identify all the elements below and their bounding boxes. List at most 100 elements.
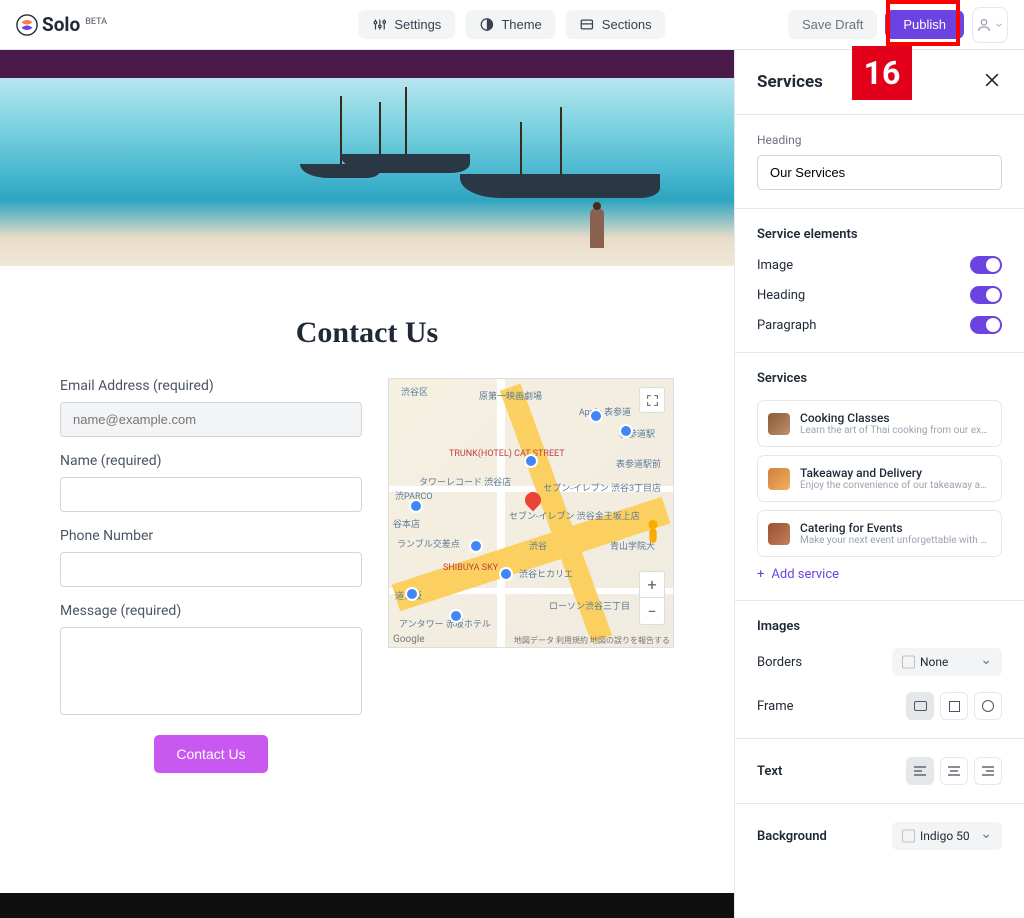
map-fullscreen-button[interactable] <box>639 387 665 413</box>
toggle-label-image: Image <box>757 258 793 273</box>
map-google-attrib: Google <box>393 634 425 645</box>
step-badge: 16 <box>852 46 912 100</box>
service-item[interactable]: Cooking Classes Learn the art of Thai co… <box>757 400 1002 447</box>
toggle-label-paragraph: Paragraph <box>757 318 816 333</box>
frame-rect-option[interactable] <box>906 692 934 720</box>
preview-pane[interactable]: Contact Us Email Address (required) Name… <box>0 50 734 918</box>
map-poi: ランブル交差点 <box>397 537 460 550</box>
solo-logo-icon <box>16 14 38 36</box>
brand-logo[interactable]: Solo BETA <box>16 13 107 36</box>
map-poi: 渋谷 <box>529 539 547 552</box>
contact-form: Email Address (required) Name (required)… <box>60 378 362 773</box>
close-button[interactable] <box>982 70 1002 94</box>
name-label: Name (required) <box>60 453 362 469</box>
footer: e-bird © 2024 e-bird Made with Solo <box>0 893 734 918</box>
contact-section: Contact Us Email Address (required) Name… <box>0 266 734 823</box>
heading-label: Heading <box>757 133 1002 147</box>
contact-title: Contact Us <box>60 316 674 350</box>
contact-submit-button[interactable]: Contact Us <box>154 735 267 773</box>
message-label: Message (required) <box>60 603 362 619</box>
sections-icon <box>580 17 595 32</box>
service-thumb <box>768 413 790 435</box>
hero-top-bar <box>0 50 734 78</box>
align-left-icon <box>912 764 928 778</box>
map-pin-icon <box>525 492 541 516</box>
service-desc: Enjoy the convenience of our takeaway an… <box>800 480 991 491</box>
brand-name: Solo <box>42 13 80 36</box>
frame-square-option[interactable] <box>940 692 968 720</box>
close-icon <box>982 70 1002 90</box>
frame-circle-option[interactable] <box>974 692 1002 720</box>
align-center-option[interactable] <box>940 757 968 785</box>
align-left-option[interactable] <box>906 757 934 785</box>
email-label: Email Address (required) <box>60 378 362 394</box>
theme-icon <box>479 17 494 32</box>
sidebar-title: Services <box>757 72 823 92</box>
align-center-icon <box>946 764 962 778</box>
background-label: Background <box>757 829 827 844</box>
map-zoom-in[interactable]: + <box>640 572 664 598</box>
service-desc: Make your next event unforgettable with … <box>800 535 991 546</box>
chevron-down-icon <box>994 17 1004 33</box>
save-draft-button[interactable]: Save Draft <box>788 10 877 39</box>
topbar-center: Settings Theme Sections <box>358 10 665 39</box>
heading-input[interactable] <box>757 155 1002 190</box>
sections-button[interactable]: Sections <box>566 10 666 39</box>
service-thumb <box>768 468 790 490</box>
map-poi: 谷本店 <box>393 517 420 530</box>
user-menu[interactable] <box>972 7 1008 43</box>
streetview-pegman[interactable] <box>642 519 664 547</box>
map-poi: タワーレコード 渋谷店 <box>419 475 511 488</box>
map-poi: ローソン渋谷三丁目 <box>549 599 630 612</box>
name-input[interactable] <box>60 477 362 512</box>
settings-button[interactable]: Settings <box>358 10 455 39</box>
add-service-button[interactable]: + Add service <box>757 567 1002 582</box>
map-poi: SHIBUYA SKY <box>443 563 498 573</box>
service-elements-title: Service elements <box>757 227 1002 242</box>
topbar: Solo BETA Settings Theme Sections Save D… <box>0 0 1024 50</box>
map-attribution: 地図データ 利用規約 地図の誤りを報告する <box>514 635 670 646</box>
service-item[interactable]: Takeaway and Delivery Enjoy the convenie… <box>757 455 1002 502</box>
text-label: Text <box>757 764 782 779</box>
map-poi: セブン-イレブン 渋谷3丁目店 <box>543 481 661 494</box>
frame-label: Frame <box>757 699 794 714</box>
toggle-label-heading: Heading <box>757 288 805 303</box>
map-poi: 表参道駅前 <box>616 457 661 470</box>
background-select[interactable]: Indigo 50 <box>892 822 1002 850</box>
toggle-paragraph[interactable] <box>970 316 1002 334</box>
map-poi: アンタワー 赤坂ホテル <box>399 617 491 630</box>
service-title: Catering for Events <box>800 521 991 535</box>
map-poi: 渋谷ヒカリエ <box>519 567 573 580</box>
map[interactable]: 渋谷区 Apple 表参道 原第一映画劇場 渋PARCO TRUNK(HOTEL… <box>388 378 674 648</box>
borders-select[interactable]: None <box>892 648 1002 676</box>
user-icon <box>976 17 992 33</box>
publish-button[interactable]: Publish <box>885 10 964 39</box>
service-thumb <box>768 523 790 545</box>
services-label: Services <box>757 371 1002 386</box>
service-title: Cooking Classes <box>800 411 991 425</box>
service-title: Takeaway and Delivery <box>800 466 991 480</box>
message-textarea[interactable] <box>60 627 362 715</box>
map-poi: TRUNK(HOTEL) CAT STREET <box>449 449 565 459</box>
borders-label: Borders <box>757 655 802 670</box>
settings-icon <box>372 17 387 32</box>
images-title: Images <box>757 619 1002 634</box>
map-poi: Apple 表参道 <box>579 405 631 418</box>
theme-button[interactable]: Theme <box>465 10 555 39</box>
align-right-icon <box>980 764 996 778</box>
toggle-heading[interactable] <box>970 286 1002 304</box>
map-zoom-controls: + − <box>639 571 665 625</box>
map-poi: 渋谷区 <box>401 385 428 398</box>
plus-icon: + <box>757 567 764 582</box>
brand-beta-badge: BETA <box>85 17 107 27</box>
service-item[interactable]: Catering for Events Make your next event… <box>757 510 1002 557</box>
map-poi: 原第一映画劇場 <box>479 389 542 402</box>
hero-image <box>0 78 734 266</box>
map-zoom-out[interactable]: − <box>640 598 664 624</box>
toggle-image[interactable] <box>970 256 1002 274</box>
email-input[interactable] <box>60 402 362 437</box>
phone-input[interactable] <box>60 552 362 587</box>
sidebar: Services Heading Service elements Image … <box>734 50 1024 918</box>
align-right-option[interactable] <box>974 757 1002 785</box>
phone-label: Phone Number <box>60 528 362 544</box>
